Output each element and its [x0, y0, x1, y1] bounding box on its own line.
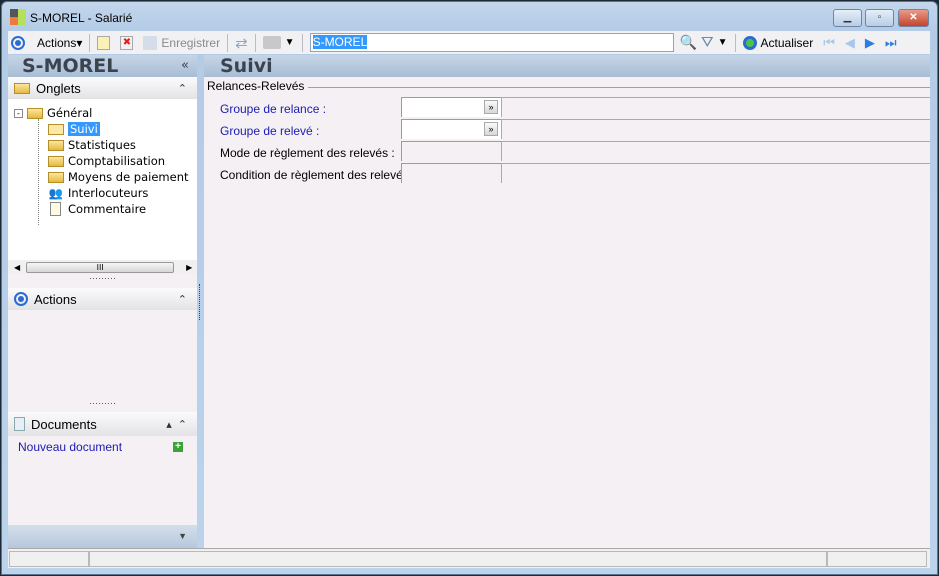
- group-title: Relances-Relevés: [207, 79, 309, 93]
- tree-item-statistiques[interactable]: Statistiques: [48, 137, 136, 153]
- folder-icon: [48, 155, 64, 167]
- refresh-button[interactable]: Actualiser: [761, 36, 814, 50]
- actions-circle-icon: [14, 292, 28, 306]
- folder-icon: [48, 171, 64, 183]
- field-label-mode-de-reglement: Mode de règlement des relevés :: [220, 146, 395, 160]
- page-title: Suivi: [204, 55, 930, 77]
- collapse-icon[interactable]: ⌃: [178, 293, 187, 306]
- filter-dropdown-icon[interactable]: ▼: [718, 37, 728, 48]
- search-input[interactable]: S-MOREL: [309, 33, 674, 52]
- next-record-icon[interactable]: ▶: [865, 35, 875, 51]
- main-panel: Suivi Relances-Relevés Groupe de relance…: [204, 55, 930, 548]
- dropdown-icon[interactable]: »: [484, 100, 498, 114]
- actions-circle-icon: [11, 35, 25, 50]
- document-icon: [14, 417, 25, 431]
- first-record-icon[interactable]: ⏮: [823, 35, 835, 51]
- open-folder-icon: [48, 123, 64, 135]
- tree-item-moyens-de-paiement[interactable]: Moyens de paiement: [48, 169, 189, 185]
- scrollbar-thumb[interactable]: III: [26, 261, 175, 273]
- horizontal-scrollbar[interactable]: ◀ III ▶: [8, 260, 197, 274]
- app-icon: [10, 9, 26, 25]
- tree-item-general[interactable]: - Général: [14, 105, 92, 121]
- people-icon: 👥: [48, 186, 64, 200]
- refresh-icon: [742, 35, 757, 50]
- record-title-bar: S-MOREL «: [8, 55, 197, 77]
- tree-item-suivi[interactable]: Suivi: [48, 121, 100, 137]
- actions-menu[interactable]: Actions▾: [37, 36, 82, 50]
- search-icon[interactable]: 🔍: [680, 34, 697, 51]
- save-button[interactable]: Enregistrer: [161, 36, 220, 50]
- groupe-de-relance-select[interactable]: »: [401, 97, 501, 117]
- previous-record-icon[interactable]: ◀: [845, 35, 855, 51]
- print-icon[interactable]: [262, 36, 281, 49]
- new-icon[interactable]: [97, 35, 111, 50]
- documents-section-header[interactable]: Documents ▴ ⌃: [8, 412, 197, 436]
- sync-icon[interactable]: ⇄: [235, 34, 248, 52]
- maximize-button[interactable]: ▫: [865, 9, 894, 27]
- collapse-up-icon[interactable]: ▴: [166, 418, 172, 431]
- record-title: S-MOREL: [22, 55, 119, 77]
- tree-item-comptabilisation[interactable]: Comptabilisation: [48, 153, 165, 169]
- last-record-icon[interactable]: ⏭: [885, 35, 897, 51]
- tree-item-interlocuteurs[interactable]: 👥 Interlocuteurs: [48, 185, 149, 201]
- toolbar: Actions▾ ✖ Enregistrer ⇄ ▼ S-MOREL 🔍 ⛛ ▼…: [8, 31, 930, 54]
- collapse-icon[interactable]: ⌃: [178, 82, 187, 95]
- new-document-link[interactable]: Nouveau document: [18, 440, 122, 454]
- panel-overflow-button[interactable]: ▼: [8, 525, 197, 548]
- panel-splitter[interactable]: [199, 284, 200, 320]
- print-dropdown-icon[interactable]: ▼: [285, 37, 295, 48]
- field-label-groupe-de-relance: Groupe de relance :: [220, 102, 327, 116]
- tabs-section-header[interactable]: Onglets ⌃: [8, 77, 197, 99]
- collapse-node-icon[interactable]: -: [14, 108, 23, 118]
- folder-icon: [14, 82, 30, 94]
- status-bar: [8, 548, 930, 568]
- document-icon: [50, 202, 61, 216]
- tree-item-commentaire[interactable]: Commentaire: [48, 201, 146, 217]
- minimize-button[interactable]: ▁: [833, 9, 862, 27]
- tabs-tree: - Général Suivi Statistiques Comptabilisa…: [8, 99, 197, 274]
- new-document-row: Nouveau document +: [8, 436, 197, 458]
- folder-icon: [48, 139, 64, 151]
- field-label-condition-de-reglement: Condition de règlement des relevés :: [220, 168, 416, 182]
- actions-section-header[interactable]: Actions ⌃: [8, 288, 197, 310]
- dropdown-icon[interactable]: »: [484, 122, 498, 136]
- mode-de-reglement-field: [401, 141, 501, 161]
- window-title: S-MOREL - Salarié: [30, 11, 133, 25]
- save-icon: [143, 35, 158, 50]
- condition-de-reglement-field: [401, 163, 501, 183]
- add-document-icon[interactable]: +: [173, 442, 183, 452]
- close-button[interactable]: ✕: [898, 9, 929, 27]
- collapse-panel-button[interactable]: «: [181, 55, 189, 77]
- folder-icon: [27, 107, 43, 119]
- left-panel: S-MOREL « Onglets ⌃ - Général Suivi Statist…: [8, 55, 197, 548]
- delete-icon[interactable]: ✖: [120, 35, 134, 50]
- groupe-de-releve-select[interactable]: »: [401, 119, 501, 139]
- filter-icon[interactable]: ⛛: [701, 34, 714, 51]
- field-label-groupe-de-releve: Groupe de relevé :: [220, 124, 320, 138]
- collapse-icon[interactable]: ⌃: [178, 418, 187, 431]
